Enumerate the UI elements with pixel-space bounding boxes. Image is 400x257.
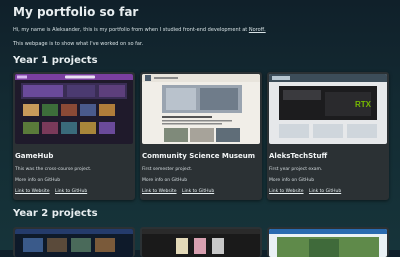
page-title: My portfolio so far [13,5,139,19]
project-description: First year project exam. [269,167,323,172]
year2-screenshot-1 [15,229,133,257]
year2-screenshot-3 [269,229,387,257]
year2-screenshot-2 [142,229,260,257]
project-title: Community Science Museum [142,152,256,160]
website-link[interactable]: Link to Website [142,189,177,194]
tech-rtx-text: RTX [355,100,372,109]
github-link[interactable]: Link to GitHub [55,189,87,194]
year1-heading: Year 1 projects [13,55,98,66]
github-link[interactable]: Link to GitHub [182,189,214,194]
project-card-museum: Community Science Museum First semester … [140,72,262,200]
project-title: AleksTechStuff [269,152,328,160]
noroff-link[interactable]: Noroff. [249,27,266,33]
project-more-info: More info on GitHub [15,178,61,183]
project-links: Link to Website Link to GitHub [15,189,91,194]
year2-project-card-2 [140,227,262,257]
intro-text: Hi, my name is Aleksander, this is my po… [13,27,266,33]
gamehub-screenshot [15,74,133,144]
project-more-info: More info on GitHub [142,178,188,183]
website-link[interactable]: Link to Website [269,189,304,194]
website-link[interactable]: Link to Website [15,189,50,194]
tech-screenshot: RTX [269,74,387,144]
github-link[interactable]: Link to GitHub [309,189,341,194]
project-description: This was the cross-course project. [15,167,92,172]
year2-heading: Year 2 projects [13,208,98,219]
project-title: GameHub [15,152,54,160]
project-links: Link to Website Link to GitHub [269,189,345,194]
project-links: Link to Website Link to GitHub [142,189,218,194]
project-description: First semester project. [142,167,193,172]
museum-screenshot [142,74,260,144]
intro-text-body: Hi, my name is Aleksander, this is my po… [13,27,249,33]
year2-project-card-1 [13,227,135,257]
project-more-info: More info on GitHub [269,178,315,183]
year2-project-card-3 [267,227,389,257]
intro-text-2: This webpage is to show what I've worked… [13,41,144,47]
project-card-gamehub: GameHub This was the cross-course projec… [13,72,135,200]
project-card-aleks-tech-stuff: RTX AleksTechStuff First year project ex… [267,72,389,200]
